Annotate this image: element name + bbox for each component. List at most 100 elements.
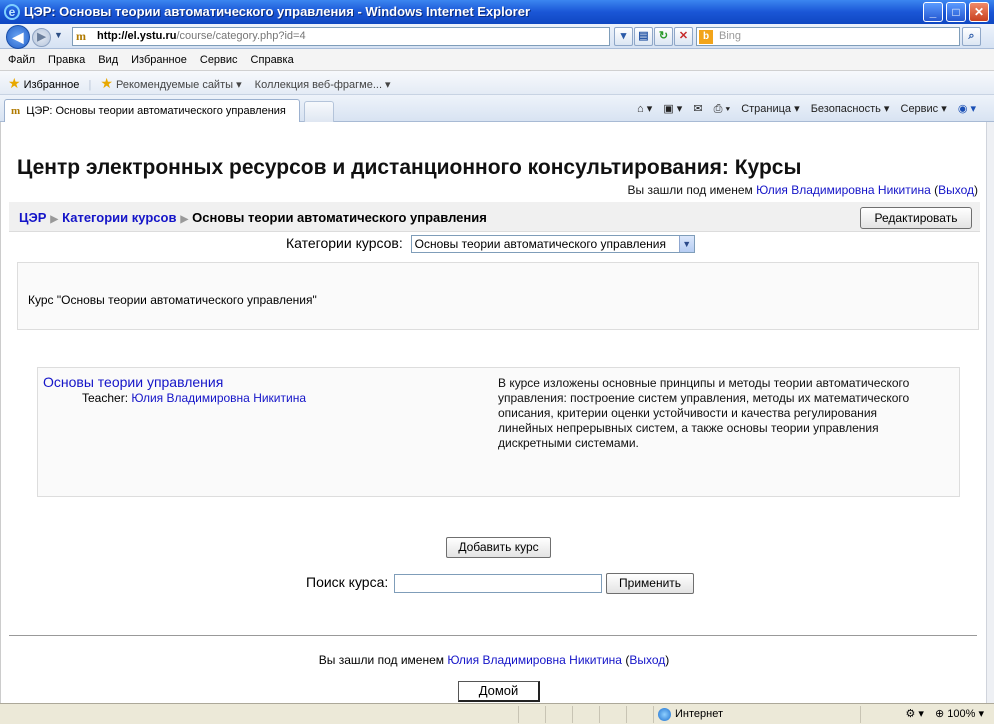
window-titlebar: e ЦЭР: Основы теории автоматического упр… xyxy=(0,0,994,24)
suggested-sites-link[interactable]: Рекомендуемые сайты ▾ xyxy=(116,79,242,91)
logout-link[interactable]: Выход xyxy=(938,183,974,197)
home-icon[interactable]: ⌂ ▾ xyxy=(637,103,652,115)
compatibility-view-icon[interactable]: ▤ xyxy=(634,27,653,46)
menu-edit[interactable]: Правка xyxy=(48,54,85,66)
back-button[interactable]: ◀ xyxy=(6,25,30,49)
footer-logout-link[interactable]: Выход xyxy=(629,653,665,667)
category-summary: Курс "Основы теории автоматического упра… xyxy=(28,293,317,307)
favbar-divider: | xyxy=(88,79,92,91)
zoom-icon: ⊕ xyxy=(934,708,945,720)
protected-mode-icon[interactable]: ⚙ ▾ xyxy=(905,708,923,720)
category-selector-row: Категории курсов: Основы теории автомати… xyxy=(286,235,695,254)
url-dropdown-button[interactable]: ▾ xyxy=(614,27,633,46)
footer-login-prefix: Вы зашли под именем xyxy=(318,653,444,667)
page-menu[interactable]: Страница ▾ xyxy=(741,103,799,115)
category-label: Категории курсов: xyxy=(286,235,403,251)
tab-current[interactable]: m ЦЭР: Основы теории автоматического упр… xyxy=(4,99,300,122)
site-favicon-icon: m xyxy=(76,29,86,43)
login-prefix: Вы зашли под именем xyxy=(627,183,753,197)
status-divider xyxy=(572,706,573,723)
favorites-star-icon[interactable]: ★ xyxy=(8,75,21,91)
navigation-bar: ЦЭР ▶ Категории курсов ▶ Основы теории автом… xyxy=(9,202,980,232)
breadcrumb-current: Основы теории автоматического управления xyxy=(192,210,487,225)
url-input[interactable]: m http://el.ystu.ru/course/category.php?… xyxy=(72,27,610,46)
category-selected-value: Основы теории автоматического управления xyxy=(414,237,666,252)
vertical-scrollbar[interactable] xyxy=(986,122,994,703)
address-bar: ◀ ▶ ▼ m http://el.ystu.ru/course/categor… xyxy=(0,24,994,49)
web-slice-gallery-link[interactable]: Коллекция веб-фрагме... ▾ xyxy=(255,79,391,91)
safety-menu[interactable]: Безопасность ▾ xyxy=(811,103,890,115)
status-divider xyxy=(518,706,519,723)
menu-help[interactable]: Справка xyxy=(251,54,294,66)
refresh-icon[interactable]: ↻ xyxy=(654,27,673,46)
apply-button[interactable]: Применить xyxy=(606,573,695,594)
print-icon[interactable]: ⎙ ▾ xyxy=(714,103,730,115)
add-course-button[interactable]: Добавить курс xyxy=(446,537,551,558)
menu-tools[interactable]: Сервис xyxy=(200,54,238,66)
help-icon[interactable]: ◉ ▾ xyxy=(958,103,976,115)
login-info: Вы зашли под именем Юлия Владимировна Ни… xyxy=(627,183,978,197)
tab-title: ЦЭР: Основы теории автоматического управ… xyxy=(26,105,286,117)
forward-button[interactable]: ▶ xyxy=(32,28,51,47)
status-divider xyxy=(653,706,654,723)
search-button-icon[interactable]: ⌕ xyxy=(962,27,981,46)
menu-file[interactable]: Файл xyxy=(8,54,35,66)
course-name-link[interactable]: Основы теории управления xyxy=(43,374,223,390)
history-dropdown-icon[interactable]: ▼ xyxy=(54,30,63,40)
url-domain: http://el.ystu.ru xyxy=(97,30,177,42)
course-list-item: Основы теории управления Teacher: Юлия В… xyxy=(37,367,960,497)
new-tab-button[interactable] xyxy=(304,101,334,122)
course-search-input[interactable] xyxy=(394,574,603,593)
add-favorites-icon[interactable]: ★ xyxy=(100,75,113,91)
page-content: Центр электронных ресурсов и дистанционн… xyxy=(0,122,986,703)
footer-divider xyxy=(9,635,977,636)
globe-icon xyxy=(658,707,671,721)
chevron-down-icon[interactable]: ▼ xyxy=(678,236,694,253)
home-button[interactable]: Домой xyxy=(458,681,540,702)
status-bar: Интернет ⚙ ▾ ⊕ 100% ▾ xyxy=(0,703,994,724)
teacher-name-link[interactable]: Юлия Владимировна Никитина xyxy=(131,391,306,405)
tools-menu[interactable]: Сервис ▾ xyxy=(901,103,947,115)
breadcrumb-separator-icon: ▶ xyxy=(180,214,189,225)
bing-icon: b xyxy=(699,30,713,44)
stop-icon[interactable]: ✕ xyxy=(674,27,693,46)
url-path: /course/category.php?id=4 xyxy=(176,30,306,42)
menu-favorites[interactable]: Избранное xyxy=(131,54,187,66)
ie-logo-icon: e xyxy=(4,4,20,20)
menu-bar: Файл Правка Вид Избранное Сервис Справка xyxy=(0,49,994,71)
breadcrumb-categories-link[interactable]: Категории курсов xyxy=(62,210,176,225)
tab-favicon-icon: m xyxy=(11,105,21,117)
favorites-button[interactable]: Избранное xyxy=(24,79,80,91)
feeds-icon[interactable]: ▣ ▾ xyxy=(663,103,682,115)
breadcrumb-separator-icon: ▶ xyxy=(50,214,59,225)
security-zone: Интернет xyxy=(658,704,723,724)
course-summary: В курсе изложены основные принципы и мет… xyxy=(498,376,910,450)
search-course-label: Поиск курса: xyxy=(306,574,389,591)
course-teacher: Teacher: Юлия Владимировна Никитина xyxy=(82,391,306,405)
status-divider xyxy=(545,706,546,723)
edit-button[interactable]: Редактировать xyxy=(860,207,972,229)
search-input[interactable]: b Bing xyxy=(696,27,960,46)
footer-login-info: Вы зашли под именем Юлия Владимировна Ни… xyxy=(318,653,670,667)
minimize-button[interactable]: _ xyxy=(923,2,943,22)
search-placeholder: Bing xyxy=(719,30,742,42)
category-summary-box: Курс "Основы теории автоматического упра… xyxy=(17,262,979,330)
teacher-label: Teacher: xyxy=(82,391,129,405)
site-title: Центр электронных ресурсов и дистанционн… xyxy=(17,156,802,179)
window-title: ЦЭР: Основы теории автоматического управ… xyxy=(24,4,530,19)
zone-label: Интернет xyxy=(675,708,723,720)
zoom-dropdown-icon[interactable]: ▾ xyxy=(978,708,984,720)
user-profile-link[interactable]: Юлия Владимировна Никитина xyxy=(756,183,931,197)
breadcrumb-home-link[interactable]: ЦЭР xyxy=(19,210,46,225)
mail-icon[interactable]: ✉ xyxy=(693,103,702,115)
footer-user-link[interactable]: Юлия Владимировна Никитина xyxy=(447,653,622,667)
zoom-level[interactable]: ⚙ ▾ ⊕ 100% ▾ xyxy=(905,704,984,724)
status-divider xyxy=(626,706,627,723)
status-divider xyxy=(599,706,600,723)
status-divider xyxy=(860,706,861,723)
category-select[interactable]: Основы теории автоматического управления… xyxy=(410,235,695,254)
maximize-button[interactable]: □ xyxy=(946,2,966,22)
command-bar: ⌂ ▾ ▣ ▾ ✉ ⎙ ▾ Страница ▾ Безопасность ▾ … xyxy=(629,101,976,117)
close-button[interactable]: ✕ xyxy=(969,2,989,22)
menu-view[interactable]: Вид xyxy=(98,54,118,66)
